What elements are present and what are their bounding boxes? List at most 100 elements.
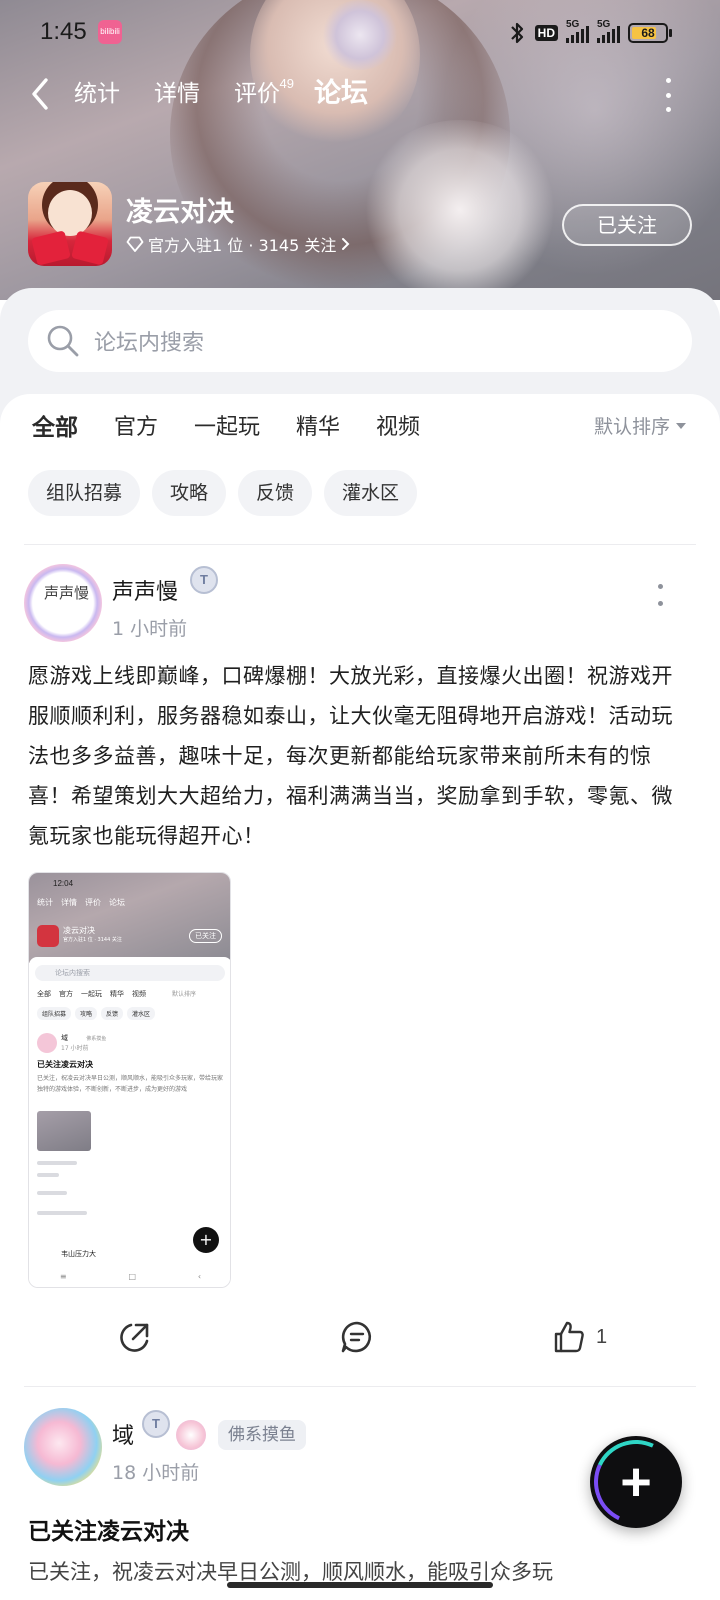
tab-reviews[interactable]: 评价 49	[234, 74, 294, 114]
thumb-title-text: 凌云对决	[63, 926, 95, 935]
post-time: 1 小时前	[112, 618, 188, 640]
level-badge-icon: T	[190, 566, 218, 594]
thumb-name-text: 域	[61, 1034, 68, 1042]
post-actions: 1	[0, 1312, 720, 1362]
thumb-search: 论坛内搜索	[35, 965, 225, 981]
battery-icon: 68	[628, 23, 672, 43]
thumb-post-name: 域 佛系摸鱼 17 小时前	[61, 1033, 106, 1052]
post-title[interactable]: 已关注凌云对决	[28, 1512, 189, 1546]
chip-chat[interactable]: 灌水区	[324, 470, 418, 516]
level-badge-icon: T	[142, 1410, 170, 1438]
thumb-fab: +	[193, 1227, 219, 1253]
reviews-count-badge: 49	[279, 76, 294, 91]
thumb-chip: 灌水区	[127, 1007, 156, 1020]
thumb-post-image	[37, 1111, 91, 1151]
search-icon	[47, 325, 79, 357]
like-count: 1	[596, 1325, 608, 1348]
thumb-ftab-sort: 默认排序	[172, 991, 197, 998]
thumb-ftab: 官方	[59, 990, 73, 998]
user-tag: 佛系摸鱼	[218, 1420, 306, 1450]
thumb-chip: 反馈	[101, 1007, 124, 1020]
thumb-post-title: 已关注凌云对决	[37, 1060, 93, 1069]
status-icons: HD 5G 5G 68	[507, 19, 672, 46]
thumb-line	[37, 1161, 77, 1165]
filter-tab-play-together[interactable]: 一起玩	[194, 410, 260, 446]
sort-dropdown[interactable]: 默认排序	[594, 412, 686, 439]
post-body[interactable]: 愿游戏上线即巅峰，口碑爆棚！大放光彩，直接爆火出圈！祝游戏开服顺顺利利，服务器稳…	[28, 656, 692, 856]
plus-icon: +	[620, 1452, 652, 1512]
tab-details[interactable]: 详情	[154, 74, 200, 114]
thumb-chip: 组队招募	[37, 1007, 72, 1020]
tab-reviews-label: 评价	[234, 81, 280, 107]
search-input[interactable]: 论坛内搜索	[28, 310, 692, 372]
like-button[interactable]: 1	[552, 1312, 607, 1362]
bluetooth-icon	[510, 22, 523, 44]
thumb-ftab: 视频	[132, 990, 146, 998]
filter-tab-all[interactable]: 全部	[32, 410, 78, 446]
game-icon[interactable]	[28, 182, 112, 266]
share-button[interactable]	[118, 1312, 152, 1362]
signal-icon-sim1: 5G	[566, 19, 589, 43]
thumb-avatar	[37, 1033, 57, 1053]
thumb-meta-text: 官方入驻1 位 · 3144 关注	[63, 937, 122, 943]
thumb-next-post-name: 韦山压力大	[61, 1250, 96, 1258]
thumb-tabs: 统计 详情 评价 论坛	[37, 897, 125, 908]
chip-team-recruit[interactable]: 组队招募	[28, 470, 141, 516]
divider	[24, 544, 696, 545]
thumb-tab: 详情	[61, 898, 77, 907]
diamond-heart-icon	[126, 236, 144, 252]
thumb-follow: 已关注	[189, 929, 222, 943]
topic-chips: 组队招募 攻略 反馈 灌水区	[28, 470, 418, 516]
status-time: 1:45	[40, 18, 87, 45]
status-bar: 1:45 bilibili HD 5G 5G 68	[0, 14, 720, 54]
post-more-icon[interactable]	[658, 584, 664, 606]
filter-tabs: 全部 官方 一起玩 精华 视频	[32, 410, 456, 446]
home-indicator[interactable]	[227, 1582, 493, 1588]
signal-icon-sim2: 5G	[597, 19, 620, 43]
tab-forum[interactable]: 论坛	[314, 74, 368, 114]
post-author-avatar[interactable]	[24, 1408, 102, 1486]
follow-button[interactable]: 已关注	[562, 204, 692, 246]
thumb-game-title: 凌云对决 官方入驻1 位 · 3144 关注	[63, 925, 122, 943]
thumb-tab: 论坛	[109, 898, 125, 907]
post-author-name[interactable]: 域	[112, 1418, 134, 1450]
create-post-button[interactable]: +	[582, 1428, 690, 1536]
avatar-lettering: 声声慢	[44, 584, 90, 602]
thumb-chips: 组队招募 攻略 反馈 灌水区	[37, 1007, 156, 1020]
post-author-avatar[interactable]: 声声慢	[24, 564, 102, 642]
share-icon	[120, 1323, 149, 1352]
companion-avatar-icon	[176, 1420, 206, 1450]
bilibili-notification-icon: bilibili	[98, 20, 122, 44]
search-placeholder: 论坛内搜索	[94, 331, 205, 356]
filter-tab-official[interactable]: 官方	[114, 410, 158, 446]
comment-icon	[341, 1321, 372, 1353]
more-options-icon[interactable]	[660, 78, 676, 112]
thumb-time-text: 17 小时前	[61, 1045, 89, 1052]
thumb-post-body: 已关注，祝凌云对决早日公测，顺风顺水，能吸引众多玩家，带给玩家独特的游戏体验，不…	[37, 1075, 224, 1093]
thumb-line	[37, 1191, 67, 1195]
thumb-ftab: 一起玩	[81, 990, 102, 998]
thumb-game-icon	[37, 925, 59, 947]
thumb-line	[37, 1211, 87, 1215]
filter-tab-featured[interactable]: 精华	[296, 410, 340, 446]
back-arrow-icon[interactable]	[26, 74, 56, 114]
thumb-ftab: 全部	[37, 990, 51, 998]
filter-tab-video[interactable]: 视频	[376, 410, 420, 446]
thumbs-up-icon	[554, 1321, 584, 1353]
chip-feedback[interactable]: 反馈	[238, 470, 313, 516]
chip-guides[interactable]: 攻略	[152, 470, 227, 516]
sort-label: 默认排序	[593, 416, 670, 438]
thumb-tab: 统计	[37, 898, 53, 907]
hd-icon: HD	[534, 25, 558, 41]
thumb-ftab: 精华	[110, 990, 124, 998]
game-meta[interactable]: 官方入驻1 位 · 3145 关注	[126, 232, 350, 256]
comment-button[interactable]	[340, 1312, 374, 1362]
game-meta-text: 官方入驻1 位 · 3145 关注	[148, 236, 337, 255]
game-title: 凌云对决	[126, 197, 234, 228]
post-author-name[interactable]: 声声慢	[112, 574, 178, 606]
thumb-chip: 攻略	[75, 1007, 98, 1020]
divider	[24, 1386, 696, 1387]
post-image-thumbnail[interactable]: 12:04 统计 详情 评价 论坛 凌云对决 官方入驻1 位 · 3144 关注…	[28, 872, 231, 1288]
top-tab-bar: 统计 详情 评价 49 论坛	[74, 74, 402, 114]
tab-stats[interactable]: 统计	[74, 74, 120, 114]
